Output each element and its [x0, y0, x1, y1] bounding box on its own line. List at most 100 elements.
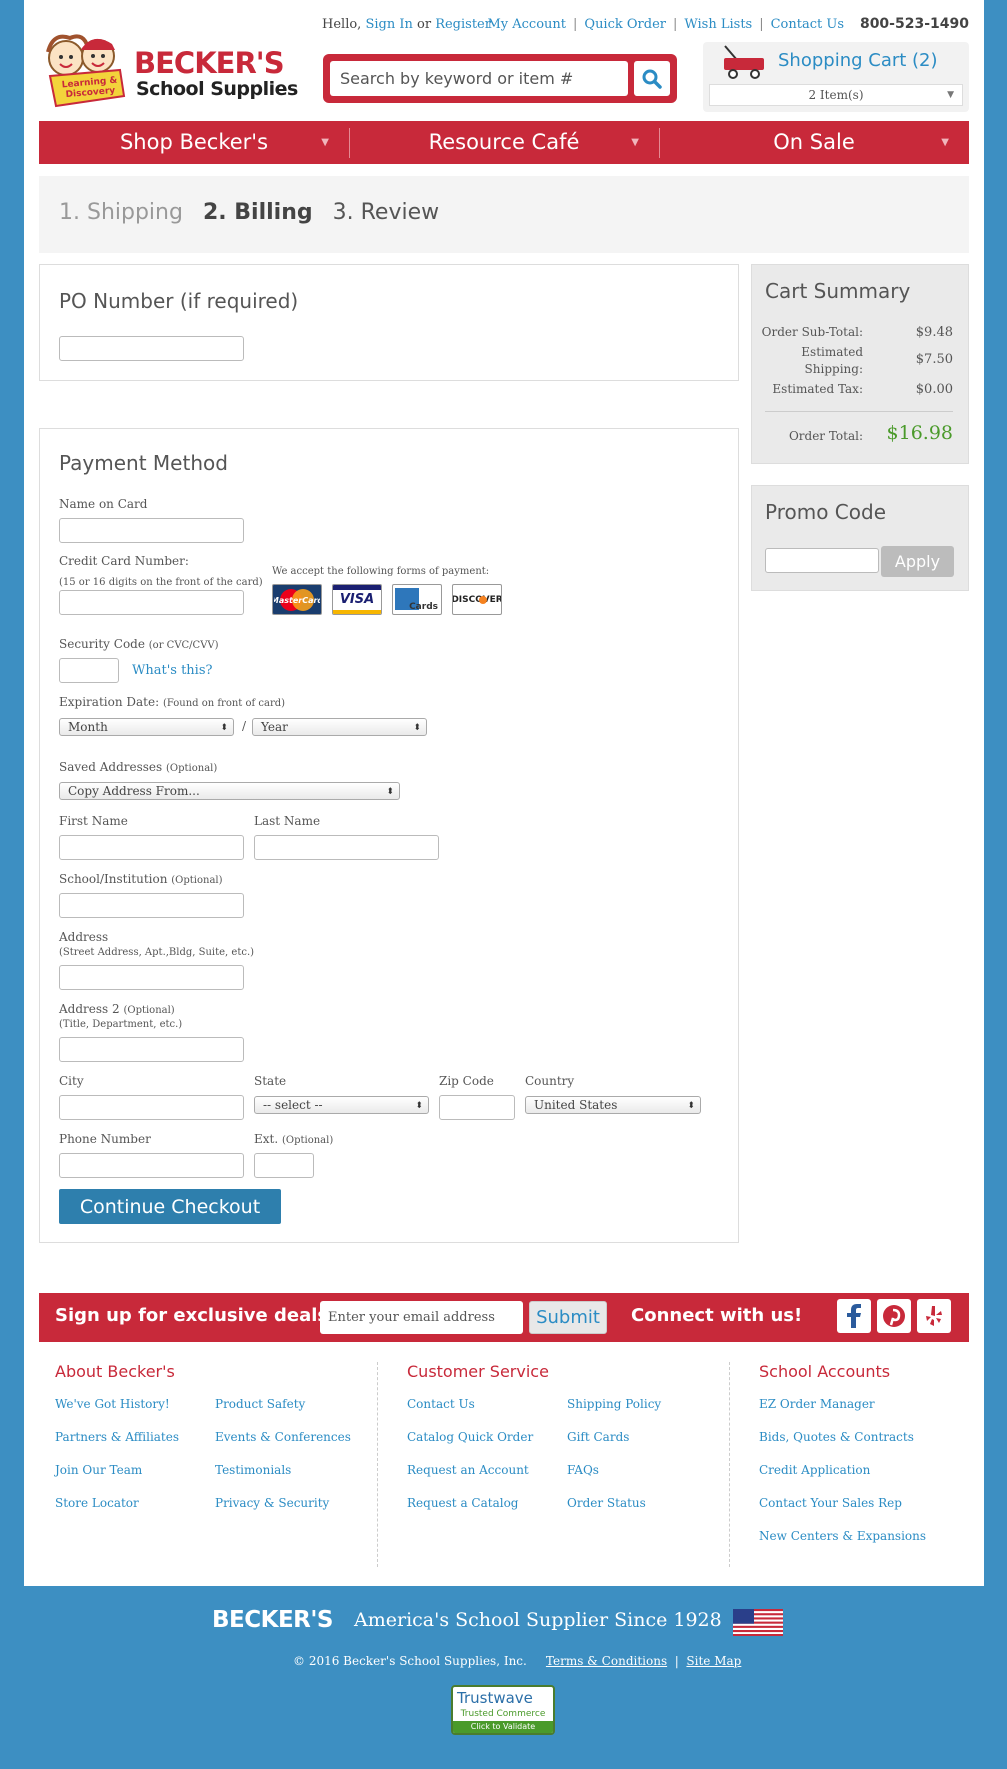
footer-link[interactable]: We've Got History!	[55, 1397, 170, 1411]
address-hint: (Street Address, Apt.,Bldg, Suite, etc.)	[59, 947, 255, 958]
footer-link[interactable]: Shipping Policy	[567, 1397, 661, 1411]
footer-link[interactable]: Events & Conferences	[215, 1430, 351, 1444]
state-label: State	[254, 1074, 287, 1088]
footer-link[interactable]: Privacy & Security	[215, 1496, 329, 1510]
email-signup-input[interactable]	[320, 1301, 523, 1334]
address2-label: Address 2 (Optional)	[59, 1002, 175, 1016]
date-separator: /	[242, 719, 247, 733]
footer-link[interactable]: EZ Order Manager	[759, 1397, 875, 1411]
pinterest-icon[interactable]	[877, 1299, 911, 1333]
school-text: School/Institution	[59, 872, 168, 886]
shopping-cart[interactable]: Shopping Cart (2) 2 Item(s) ▼	[703, 42, 969, 112]
account-links: My Account | Quick Order | Wish Lists | …	[487, 17, 844, 32]
tax-label: Estimated Tax:	[772, 382, 863, 396]
submit-button[interactable]: Submit	[529, 1301, 607, 1334]
footer-link[interactable]: Product Safety	[215, 1397, 305, 1411]
contact-us-link[interactable]: Contact Us	[771, 17, 844, 32]
mastercard-text: MasterCard	[274, 596, 320, 605]
continue-checkout-button[interactable]: Continue Checkout	[59, 1189, 281, 1224]
whats-this-link[interactable]: What's this?	[132, 663, 212, 678]
footer-link[interactable]: Order Status	[567, 1496, 646, 1510]
footer-link[interactable]: Testimonials	[215, 1463, 291, 1477]
security-code-input[interactable]	[59, 658, 119, 683]
footer-link[interactable]: FAQs	[567, 1463, 599, 1477]
nav-on-sale[interactable]: On Sale ▼	[659, 121, 969, 164]
facebook-icon[interactable]	[837, 1299, 871, 1333]
expiration-hint: (Found on front of card)	[162, 698, 286, 709]
address2-input[interactable]	[59, 1037, 244, 1062]
security-code-hint: (or CVC/CVV)	[148, 640, 219, 651]
nav-resource-cafe[interactable]: Resource Café ▼	[349, 121, 659, 164]
about-beckers-title: About Becker's	[55, 1362, 175, 1381]
trustwave-seal[interactable]: Trustwave Trusted Commerce Click to Vali…	[451, 1685, 555, 1735]
summary-divider	[765, 411, 953, 412]
state-select[interactable]: -- select -- ⬍	[254, 1096, 429, 1114]
yelp-icon[interactable]	[917, 1299, 951, 1333]
cart-items-dropdown[interactable]: 2 Item(s) ▼	[709, 84, 963, 106]
country-select[interactable]: United States ⬍	[525, 1096, 701, 1114]
logo-name: BECKER'S	[134, 46, 285, 80]
quick-order-link[interactable]: Quick Order	[584, 17, 666, 32]
po-number-panel: PO Number (if required)	[39, 264, 739, 381]
name-on-card-input[interactable]	[59, 518, 244, 543]
school-input[interactable]	[59, 893, 244, 918]
cc-number-input[interactable]	[59, 590, 244, 615]
site-map-link[interactable]: Site Map	[686, 1654, 741, 1668]
footer-link[interactable]: Request a Catalog	[407, 1496, 518, 1510]
chevron-down-icon: ▼	[321, 137, 329, 148]
first-name-input[interactable]	[59, 835, 244, 860]
step-review: 3. Review	[332, 200, 440, 225]
phone-input[interactable]	[59, 1153, 244, 1178]
or-text: or	[417, 17, 432, 32]
copy-address-select[interactable]: Copy Address From... ⬍	[59, 782, 400, 800]
search-input[interactable]	[330, 61, 628, 96]
main-nav: Shop Becker's ▼ Resource Café ▼ On Sale …	[39, 121, 969, 164]
footer-link[interactable]: Partners & Affiliates	[55, 1430, 179, 1444]
footer-link[interactable]: Gift Cards	[567, 1430, 629, 1444]
footer-link[interactable]: Bids, Quotes & Contracts	[759, 1430, 914, 1444]
po-number-input[interactable]	[59, 336, 244, 361]
address-input[interactable]	[59, 965, 244, 990]
my-account-link[interactable]: My Account	[487, 17, 566, 32]
visa-text: VISA	[339, 591, 375, 607]
footer-link[interactable]: Contact Us	[407, 1397, 475, 1411]
visa-stripe-bottom	[333, 609, 381, 614]
discover-text: DISCOVER	[452, 594, 502, 605]
exp-year-select[interactable]: Year ⬍	[252, 718, 427, 736]
cart-title[interactable]: Shopping Cart (2)	[778, 50, 938, 71]
beckers-logo[interactable]: Learning & Discovery BECKER'S School Sup…	[38, 30, 302, 110]
promo-code-input[interactable]	[765, 548, 879, 573]
footer-link[interactable]: Credit Application	[759, 1463, 870, 1477]
sign-in-link[interactable]: Sign In	[365, 17, 412, 32]
nav-shop-beckers[interactable]: Shop Becker's ▼	[39, 121, 349, 164]
ext-input[interactable]	[254, 1153, 314, 1178]
amex-text: Cards	[409, 602, 438, 612]
register-link[interactable]: Register	[435, 17, 491, 32]
shipping-label: Estimated Shipping:	[801, 344, 863, 378]
footer-link[interactable]: Join Our Team	[55, 1463, 142, 1477]
expiration-label: Expiration Date: (Found on front of card…	[59, 695, 285, 709]
optional-hint: (Optional)	[166, 763, 218, 774]
city-input[interactable]	[59, 1095, 244, 1120]
footer-link[interactable]: Store Locator	[55, 1496, 139, 1510]
copy-address-value: Copy Address From...	[68, 784, 200, 798]
apply-button[interactable]: Apply	[881, 546, 954, 577]
footer-link[interactable]: Catalog Quick Order	[407, 1430, 533, 1444]
terms-link[interactable]: Terms & Conditions	[546, 1654, 667, 1668]
footer-link[interactable]: Request an Account	[407, 1463, 529, 1477]
zip-input[interactable]	[439, 1095, 515, 1120]
step-shipping[interactable]: 1. Shipping	[59, 200, 183, 229]
last-name-input[interactable]	[254, 835, 439, 860]
optional-hint: (Optional)	[171, 875, 223, 886]
subtotal-value: $9.48	[915, 325, 953, 340]
search-button[interactable]	[634, 61, 670, 96]
footer-link[interactable]: New Centers & Expansions	[759, 1529, 926, 1543]
phone-label: Phone Number	[59, 1132, 151, 1146]
footer-link[interactable]: Contact Your Sales Rep	[759, 1496, 902, 1510]
total-value: $16.98	[886, 422, 953, 444]
exp-month-select[interactable]: Month ⬍	[59, 718, 234, 736]
wish-lists-link[interactable]: Wish Lists	[684, 17, 752, 32]
trustwave-name: Trustwave	[457, 1689, 533, 1707]
bottom-brand-logo[interactable]: BECKER'S	[212, 1607, 333, 1633]
exp-year-value: Year	[261, 720, 288, 734]
